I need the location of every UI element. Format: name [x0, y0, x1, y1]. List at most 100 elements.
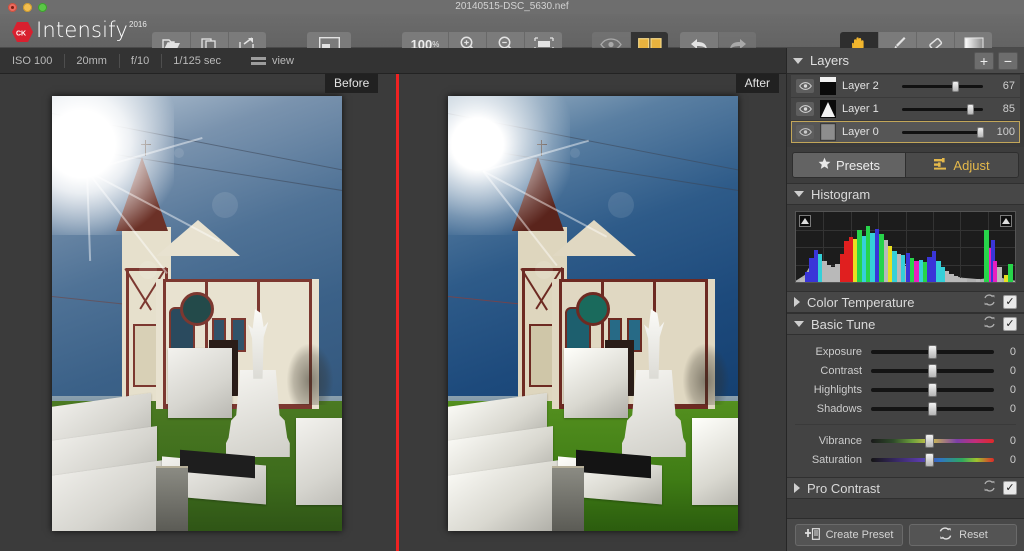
shadows-slider[interactable]: [871, 401, 994, 416]
slider-value: 0: [1009, 402, 1016, 415]
section-pro-contrast-title: Pro Contrast: [807, 480, 880, 496]
rose-window: [180, 291, 214, 326]
layer-visibility-icon[interactable]: [796, 125, 814, 139]
tab-adjust-label: Adjust: [953, 157, 990, 173]
create-preset-label: Create Preset: [825, 529, 894, 541]
right-side-panel: Layers + − Layer 2 67 Layer 1 85 Layer 0…: [786, 48, 1024, 551]
focal-length-value: 20mm: [64, 48, 119, 74]
layers-panel-header[interactable]: Layers + −: [787, 48, 1024, 74]
slider-value: 0: [1009, 383, 1016, 396]
before-image-preview[interactable]: [52, 96, 342, 531]
tomb: [564, 348, 628, 418]
photo-after: [448, 96, 738, 531]
chevron-down-icon[interactable]: [794, 321, 804, 327]
slider-label: Saturation: [811, 453, 862, 466]
sliders-icon: [934, 157, 948, 173]
app-brand-year: 2016: [129, 20, 147, 29]
slider-value: 0: [1009, 364, 1016, 377]
section-color-temperature-header[interactable]: Color Temperature ✓: [787, 291, 1024, 313]
view-label: view: [271, 54, 294, 67]
layer-opacity-value: 85: [1002, 103, 1015, 115]
histogram-graph[interactable]: [795, 211, 1016, 283]
add-preset-icon: [804, 527, 820, 543]
exposure-slider[interactable]: [871, 344, 994, 359]
histogram-panel: [787, 205, 1024, 291]
layer-name: Layer 1: [842, 103, 879, 115]
add-layer-button[interactable]: +: [974, 51, 994, 70]
stone-stump: [156, 465, 189, 531]
layer-thumbnail[interactable]: [820, 123, 837, 141]
section-pro-contrast-header[interactable]: Pro Contrast ✓: [787, 477, 1024, 499]
table-row[interactable]: Layer 1 85: [791, 98, 1020, 120]
divider: [795, 424, 1016, 425]
panel-footer: Create Preset Reset: [787, 518, 1024, 551]
before-after-divider[interactable]: [396, 74, 399, 551]
section-histogram-header[interactable]: Histogram: [787, 183, 1024, 205]
layer-thumbnail[interactable]: [820, 100, 836, 118]
section-enabled-checkbox[interactable]: ✓: [1003, 295, 1017, 309]
vibrance-slider[interactable]: [871, 433, 994, 448]
slider-label: Highlights: [813, 383, 862, 396]
window-title: 20140515-DSC_5630.nef: [455, 1, 569, 12]
saturation-slider[interactable]: [871, 452, 994, 467]
section-enabled-checkbox[interactable]: ✓: [1003, 481, 1017, 495]
iso-value: ISO 100: [12, 54, 53, 67]
section-enabled-checkbox[interactable]: ✓: [1003, 317, 1017, 331]
slider-row: Vibrance 0: [795, 431, 1016, 450]
slider-row: Contrast 0: [795, 361, 1016, 380]
layer-opacity-value: 100: [996, 126, 1015, 138]
image-workspace[interactable]: Before After: [0, 74, 786, 551]
reset-button[interactable]: Reset: [909, 524, 1017, 546]
window-titlebar: 20140515-DSC_5630.nef: [0, 0, 1024, 14]
reset-section-icon[interactable]: [983, 315, 996, 333]
section-basic-tune-header[interactable]: Basic Tune ✓: [787, 313, 1024, 335]
stone-stump: [552, 465, 585, 531]
layer-name: Layer 2: [842, 80, 879, 92]
reset-section-icon[interactable]: [983, 293, 996, 311]
layer-visibility-icon[interactable]: [796, 79, 814, 93]
shutter-speed-value: 1/125 sec: [161, 48, 233, 74]
table-row[interactable]: Layer 2 67: [791, 75, 1020, 97]
reset-icon: [938, 527, 953, 543]
rose-window: [576, 291, 610, 326]
chevron-down-icon[interactable]: [794, 191, 804, 197]
sun-flare: [52, 96, 174, 236]
after-label: After: [735, 74, 779, 93]
layer-opacity-slider[interactable]: [902, 125, 984, 139]
layer-thumbnail[interactable]: [820, 77, 836, 95]
layer-opacity-slider[interactable]: [902, 79, 983, 93]
basic-tune-controls: Exposure 0 Contrast 0 Highlights 0 Shado…: [787, 335, 1024, 477]
tab-adjust[interactable]: Adjust: [905, 153, 1018, 177]
contrast-slider[interactable]: [871, 363, 994, 378]
histogram-luminance: [796, 212, 1015, 282]
app-brand-name: Intensify: [36, 18, 128, 42]
layer-opacity-slider[interactable]: [902, 102, 983, 116]
highlights-slider[interactable]: [871, 382, 994, 397]
reset-section-icon[interactable]: [983, 479, 996, 497]
table-row[interactable]: Layer 0 100: [791, 121, 1020, 143]
chevron-right-icon[interactable]: [794, 483, 800, 493]
layer-visibility-icon[interactable]: [796, 102, 814, 116]
chevron-down-icon[interactable]: [793, 57, 803, 64]
tab-presets[interactable]: Presets: [793, 153, 905, 177]
tomb: [295, 417, 342, 505]
slider-label: Vibrance: [818, 434, 862, 447]
reset-label: Reset: [959, 529, 988, 541]
remove-layer-button[interactable]: −: [998, 51, 1018, 70]
app-logo: CK Intensify 2016: [12, 17, 147, 43]
sun-flare: [448, 96, 570, 236]
section-basic-tune-title: Basic Tune: [811, 316, 876, 332]
create-preset-button[interactable]: Create Preset: [795, 524, 903, 546]
tomb: [168, 348, 232, 418]
layers-title: Layers: [810, 53, 850, 68]
ck-hexagon-icon: CK: [12, 22, 34, 42]
tree: [286, 343, 334, 405]
panel-tabs: Presets Adjust: [792, 152, 1019, 178]
view-mode-selector[interactable]: view: [233, 55, 294, 67]
slider-label: Exposure: [815, 345, 862, 358]
chevron-right-icon[interactable]: [794, 297, 800, 307]
slider-row: Saturation 0: [795, 450, 1016, 469]
slider-value: 0: [1009, 345, 1016, 358]
after-image-preview[interactable]: [448, 96, 738, 531]
slider-label: Shadows: [816, 402, 862, 415]
